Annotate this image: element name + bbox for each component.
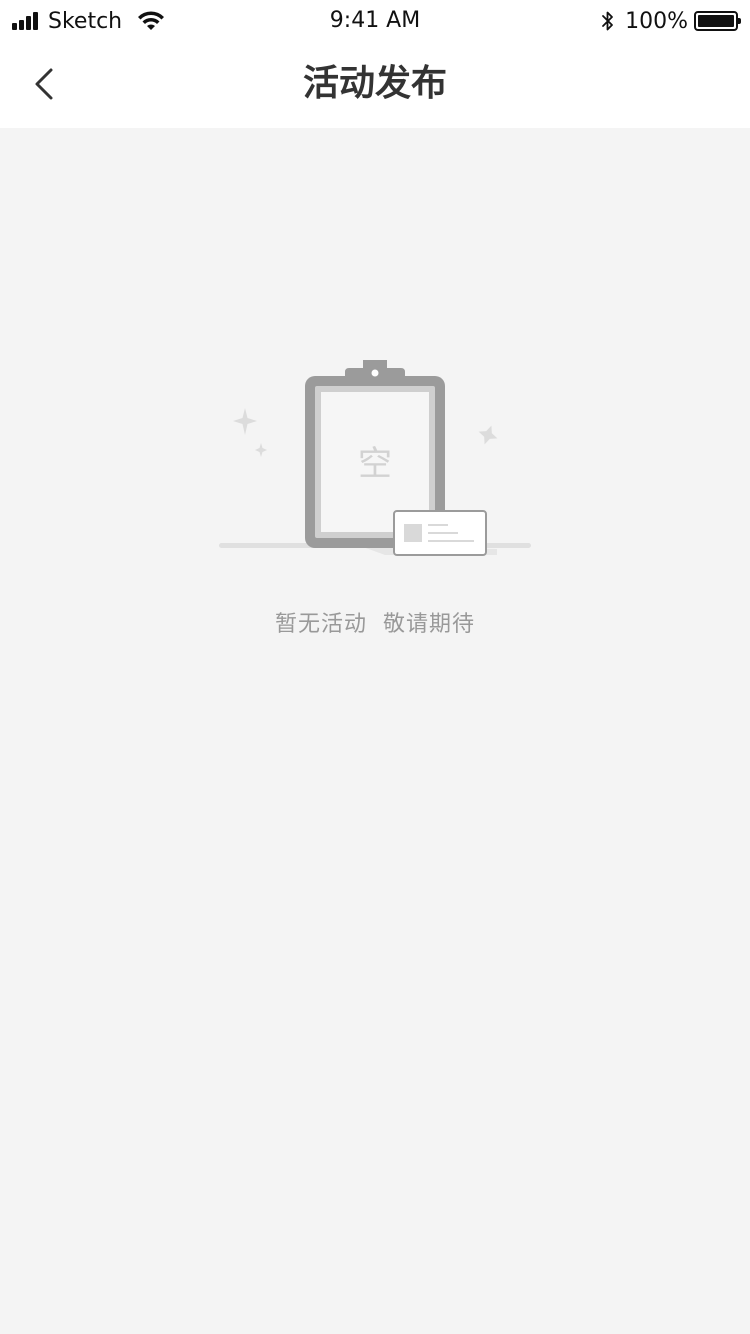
sparkle-icon xyxy=(233,408,257,435)
battery-icon xyxy=(694,11,741,31)
chevron-left-icon xyxy=(35,68,53,100)
empty-message: 暂无活动 敬请期待 xyxy=(275,612,475,637)
nav-bar: 活动发布 xyxy=(0,40,750,128)
sparkle-icon xyxy=(255,443,267,457)
empty-glyph: 空 xyxy=(358,444,392,484)
bluetooth-icon xyxy=(602,11,613,31)
battery-percent: 100% xyxy=(625,8,688,34)
status-bar: Sketch 9:41 AM 100% xyxy=(0,0,750,40)
status-right: 100% xyxy=(601,8,741,34)
back-button[interactable] xyxy=(20,60,68,108)
page-title: 活动发布 xyxy=(302,63,447,104)
sparkle-icon xyxy=(478,425,498,445)
